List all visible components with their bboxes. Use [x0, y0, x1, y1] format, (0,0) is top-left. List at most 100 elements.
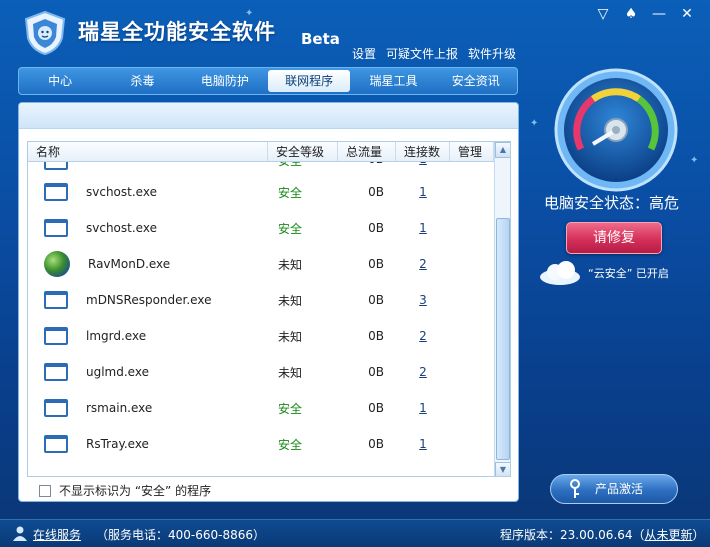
tab-center[interactable]: 中心: [19, 68, 101, 94]
program-name-cell: RsTray.exe: [28, 435, 268, 453]
table-row[interactable]: RavMonD.exe 未知 0B 2: [28, 246, 510, 282]
window-icon: [44, 399, 68, 417]
report-suspicious-file-link[interactable]: 可疑文件上报: [386, 45, 458, 62]
connections-cell: 1: [396, 221, 450, 235]
total-traffic: 0B: [368, 185, 384, 199]
version-suffix: ）: [692, 528, 705, 542]
connections-cell: 2: [396, 257, 450, 271]
app-title: 瑞星全功能安全软件: [78, 20, 276, 44]
connections-link[interactable]: 3: [419, 293, 427, 307]
header-security-level[interactable]: 安全等级: [268, 142, 338, 161]
status-bar: 在线服务 （服务电话：400-660-8866） 程序版本：23.00.06.6…: [0, 519, 710, 547]
security-status-text: 电脑安全状态：高危: [544, 194, 680, 212]
window-icon: [44, 183, 68, 201]
program-name-cell: uglmd.exe: [28, 363, 268, 381]
repair-button[interactable]: 请修复: [566, 222, 662, 254]
header-connections[interactable]: 连接数: [396, 142, 450, 161]
connections-cell: 1: [396, 162, 450, 166]
lion-logo-icon: [24, 10, 66, 56]
connections-cell: 1: [396, 185, 450, 199]
hide-safe-label: 不显示标识为 “安全” 的程序: [59, 484, 212, 498]
hide-safe-option[interactable]: 不显示标识为 “安全” 的程序: [39, 482, 211, 499]
header-total-traffic[interactable]: 总流量: [338, 142, 396, 161]
program-name: svchost.exe: [86, 185, 157, 199]
security-level: 安全: [278, 437, 303, 452]
title-bar: 瑞星全功能安全软件 Beta ▽ ♠ — ✕ 设置 可疑文件上报 软件升级: [0, 0, 710, 66]
connections-link[interactable]: 2: [419, 365, 427, 379]
window-icon: [44, 435, 68, 453]
close-icon[interactable]: ✕: [678, 6, 696, 22]
panel-header-strip: [19, 103, 518, 129]
table-header: 名称 安全等级 总流量 连接数 管理: [28, 142, 510, 162]
tab-rising-tools[interactable]: 瑞星工具: [352, 68, 434, 94]
connections-cell: 1: [396, 437, 450, 451]
window-icon: [44, 327, 68, 345]
table-row[interactable]: uglmd.exe 未知 0B 2: [28, 354, 510, 390]
program-name-cell: svchost.exe: [28, 162, 268, 170]
tab-network-programs[interactable]: 联网程序: [267, 70, 351, 92]
skin-icon[interactable]: ♠: [622, 6, 640, 22]
key-icon: [570, 479, 580, 498]
connections-cell: 2: [396, 329, 450, 343]
security-level: 未知: [278, 365, 303, 380]
software-upgrade-link[interactable]: 软件升级: [468, 45, 516, 62]
connections-link[interactable]: 1: [419, 401, 427, 415]
connections-link[interactable]: 1: [419, 162, 427, 166]
connections-link[interactable]: 1: [419, 185, 427, 199]
table-row[interactable]: svchost.exe安全0B1: [28, 210, 510, 246]
security-level: 安全: [278, 221, 303, 236]
connections-cell: 2: [396, 365, 450, 379]
update-status-link[interactable]: 从未更新: [645, 528, 693, 542]
connections-link[interactable]: 1: [419, 437, 427, 451]
table-row[interactable]: lmgrd.exe 未知 0B 2: [28, 318, 510, 354]
tab-security-news[interactable]: 安全资讯: [435, 68, 517, 94]
settings-link[interactable]: 设置: [352, 45, 376, 62]
program-table: 名称 安全等级 总流量 连接数 管理 svchost.exe 安全 0B 1 svcho…: [27, 141, 511, 477]
tab-antivirus[interactable]: 杀毒: [101, 68, 183, 94]
connections-link[interactable]: 2: [419, 329, 427, 343]
menu-dropdown-icon[interactable]: ▽: [594, 6, 612, 22]
program-name-cell: RavMonD.exe: [28, 251, 268, 277]
connections-cell: 3: [396, 293, 450, 307]
header-name[interactable]: 名称: [28, 142, 268, 161]
total-traffic: 0B: [368, 365, 384, 379]
service-phone: （服务电话：400-660-8866）: [96, 528, 266, 542]
table-row[interactable]: svchost.exe安全0B 1: [28, 162, 510, 174]
scroll-down-icon[interactable]: ▼: [495, 462, 510, 476]
header-manage[interactable]: 管理: [450, 142, 494, 161]
online-service-link[interactable]: 在线服务: [33, 526, 81, 543]
total-traffic: 0B: [368, 401, 384, 415]
security-level: 安全: [268, 162, 338, 169]
program-name-cell: rsmain.exe: [28, 399, 268, 417]
connections-link[interactable]: 1: [419, 221, 427, 235]
globe-icon: [44, 251, 70, 277]
program-name-cell: mDNSResponder.exe: [28, 291, 268, 309]
security-level: 未知: [278, 257, 303, 272]
total-traffic: 0B: [368, 257, 384, 271]
hide-safe-checkbox[interactable]: [39, 484, 51, 497]
minimize-icon[interactable]: —: [650, 6, 668, 22]
scrollbar-thumb[interactable]: [496, 218, 510, 460]
beta-label: Beta: [301, 30, 340, 48]
program-name: rsmain.exe: [86, 401, 153, 415]
program-version: 程序版本：23.00.06.64（从未更新）: [500, 526, 705, 543]
vertical-scrollbar[interactable]: ▲ ▼: [494, 142, 510, 476]
sparkle-decoration: ✦: [690, 155, 699, 166]
program-name: uglmd.exe: [86, 365, 149, 379]
table-row[interactable]: RsTray.exe 安全 0B 1: [28, 426, 510, 462]
program-name: RsTray.exe: [86, 437, 149, 451]
network-programs-panel: 名称 安全等级 总流量 连接数 管理 svchost.exe 安全 0B 1 svcho…: [18, 102, 519, 502]
connections-link[interactable]: 2: [419, 257, 427, 271]
version-text: 程序版本：23.00.06.64（: [500, 528, 645, 542]
product-activation-button[interactable]: 产品激活: [550, 474, 678, 504]
user-icon: [13, 526, 27, 541]
table-row[interactable]: rsmain.exe 安全 0B 1: [28, 390, 510, 426]
program-name: RavMonD.exe: [88, 257, 171, 271]
total-traffic: 0B: [338, 162, 396, 166]
security-level: 安全: [278, 401, 303, 416]
scroll-up-icon[interactable]: ▲: [495, 142, 510, 158]
window-icon: [44, 291, 68, 309]
tab-pc-protection[interactable]: 电脑防护: [184, 68, 266, 94]
table-row[interactable]: svchost.exe安全0B1: [28, 174, 510, 210]
table-row[interactable]: mDNSResponder.exe 未知 0B 3: [28, 282, 510, 318]
